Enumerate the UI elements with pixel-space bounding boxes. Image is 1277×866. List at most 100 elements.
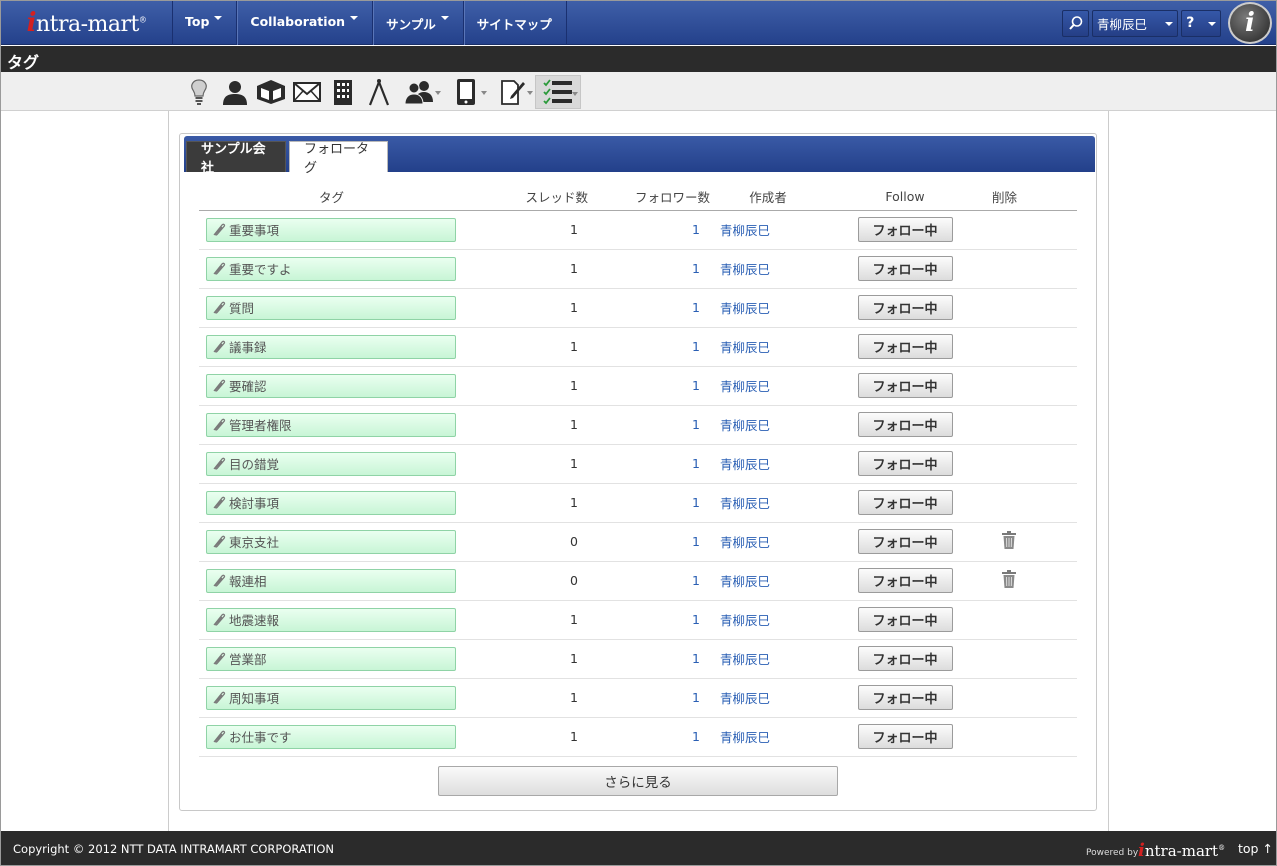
header-tools: 青柳辰巳 ? i <box>1062 1 1272 45</box>
follower-count-link[interactable]: 1 <box>692 378 700 393</box>
tag-link[interactable]: 重要ですよ <box>206 256 456 281</box>
following-button[interactable]: フォロー中 <box>857 217 953 242</box>
follower-count-link[interactable]: 1 <box>692 651 700 666</box>
edit-icon[interactable] <box>489 75 535 109</box>
author-link[interactable]: 青柳辰巳 <box>720 613 770 628</box>
following-button[interactable]: フォロー中 <box>857 451 953 476</box>
tag-link[interactable]: お仕事です <box>206 724 456 749</box>
trash-icon[interactable] <box>1001 530 1017 553</box>
nav-item-3[interactable]: サイトマップ <box>463 1 567 45</box>
user-menu-button[interactable]: 青柳辰巳 <box>1092 9 1178 37</box>
user-icon[interactable] <box>217 75 253 109</box>
tag-link[interactable]: 周知事項 <box>206 685 456 710</box>
following-button[interactable]: フォロー中 <box>857 373 953 398</box>
following-button[interactable]: フォロー中 <box>857 256 953 281</box>
author-cell: 青柳辰巳 <box>710 483 826 523</box>
lightbulb-icon[interactable] <box>181 75 217 109</box>
tab-sample-company[interactable]: サンプル会社 <box>186 141 286 176</box>
following-button[interactable]: フォロー中 <box>857 490 953 515</box>
author-link[interactable]: 青柳辰巳 <box>720 691 770 706</box>
list-check-icon[interactable] <box>535 75 581 109</box>
author-link[interactable]: 青柳辰巳 <box>720 730 770 745</box>
following-button[interactable]: フォロー中 <box>857 568 953 593</box>
author-link[interactable]: 青柳辰巳 <box>720 223 770 238</box>
tag-link[interactable]: 管理者権限 <box>206 412 456 437</box>
author-link[interactable]: 青柳辰巳 <box>720 652 770 667</box>
follower-count-link[interactable]: 1 <box>692 534 700 549</box>
tag-link[interactable]: 目の錯覚 <box>206 451 456 476</box>
author-link[interactable]: 青柳辰巳 <box>720 340 770 355</box>
tag-cell: 質問 <box>199 288 464 328</box>
trash-icon[interactable] <box>1001 569 1017 592</box>
author-link[interactable]: 青柳辰巳 <box>720 379 770 394</box>
help-menu-button[interactable]: ? <box>1181 9 1221 37</box>
tag-link[interactable]: 議事録 <box>206 334 456 359</box>
follower-count-link[interactable]: 1 <box>692 690 700 705</box>
author-link[interactable]: 青柳辰巳 <box>720 496 770 511</box>
nav-item-0[interactable]: Top <box>173 1 238 45</box>
follow-cell: フォロー中 <box>826 249 984 289</box>
follower-count-link[interactable]: 1 <box>692 729 700 744</box>
show-more-button[interactable]: さらに見る <box>438 766 838 796</box>
tag-link[interactable]: 営業部 <box>206 646 456 671</box>
im-app-icon[interactable]: i <box>1228 2 1272 44</box>
following-button[interactable]: フォロー中 <box>857 607 953 632</box>
delete-cell <box>984 678 1077 718</box>
mail-icon[interactable] <box>289 75 325 109</box>
author-link[interactable]: 青柳辰巳 <box>720 457 770 472</box>
follower-count-link[interactable]: 1 <box>692 300 700 315</box>
follower-count-link[interactable]: 1 <box>692 495 700 510</box>
compass-icon[interactable] <box>361 75 397 109</box>
tag-cell: 重要ですよ <box>199 249 464 289</box>
tab-followed-tags[interactable]: フォロータグ <box>289 141 388 176</box>
follower-count-link[interactable]: 1 <box>692 612 700 627</box>
nav-item-label: Collaboration <box>250 14 346 29</box>
tag-link[interactable]: 報連相 <box>206 568 456 593</box>
follower-count-link[interactable]: 1 <box>692 456 700 471</box>
nav-item-2[interactable]: サンプル <box>373 1 464 45</box>
author-link[interactable]: 青柳辰巳 <box>720 301 770 316</box>
chevron-down-icon <box>1207 22 1216 26</box>
follow-cell: フォロー中 <box>826 405 984 445</box>
follow-cell: フォロー中 <box>826 678 984 718</box>
follower-count-link[interactable]: 1 <box>692 261 700 276</box>
follower-count-link[interactable]: 1 <box>692 339 700 354</box>
tag-label: 検討事項 <box>229 496 280 511</box>
tag-label: 管理者権限 <box>229 418 292 433</box>
tag-link[interactable]: 要確認 <box>206 373 456 398</box>
main-nav: Top Collaboration サンプル サイトマップ <box>173 1 567 45</box>
following-button[interactable]: フォロー中 <box>857 529 953 554</box>
following-button[interactable]: フォロー中 <box>857 685 953 710</box>
following-button[interactable]: フォロー中 <box>857 295 953 320</box>
author-link[interactable]: 青柳辰巳 <box>720 262 770 277</box>
tag-link[interactable]: 検討事項 <box>206 490 456 515</box>
tag-link[interactable]: 東京支社 <box>206 529 456 554</box>
author-link[interactable]: 青柳辰巳 <box>720 574 770 589</box>
following-button[interactable]: フォロー中 <box>857 724 953 749</box>
box-icon[interactable] <box>253 75 289 109</box>
group-icon[interactable] <box>397 75 443 109</box>
tag-link[interactable]: 重要事項 <box>206 217 456 242</box>
follow-cell: フォロー中 <box>826 600 984 640</box>
building-icon[interactable] <box>325 75 361 109</box>
table-row: 質問 1 1 青柳辰巳 フォロー中 <box>199 288 1077 328</box>
follower-count-link[interactable]: 1 <box>692 417 700 432</box>
author-link[interactable]: 青柳辰巳 <box>720 535 770 550</box>
tag-icon <box>213 652 226 665</box>
follower-count-link[interactable]: 1 <box>692 222 700 237</box>
tag-link[interactable]: 質問 <box>206 295 456 320</box>
following-button[interactable]: フォロー中 <box>857 334 953 359</box>
search-button[interactable] <box>1062 9 1089 37</box>
nav-item-1[interactable]: Collaboration <box>237 1 374 45</box>
thread-count: 1 <box>464 405 588 445</box>
intra-mart-logo[interactable]: intra-mart® <box>1 1 173 45</box>
back-to-top-link[interactable]: top ↑ <box>1238 841 1273 856</box>
following-button[interactable]: フォロー中 <box>857 646 953 671</box>
tablet-icon[interactable] <box>443 75 489 109</box>
author-link[interactable]: 青柳辰巳 <box>720 418 770 433</box>
tag-label: 重要事項 <box>229 223 280 238</box>
following-button[interactable]: フォロー中 <box>857 412 953 437</box>
follower-count-link[interactable]: 1 <box>692 573 700 588</box>
tag-link[interactable]: 地震速報 <box>206 607 456 632</box>
table-row: お仕事です 1 1 青柳辰巳 フォロー中 <box>199 717 1077 757</box>
